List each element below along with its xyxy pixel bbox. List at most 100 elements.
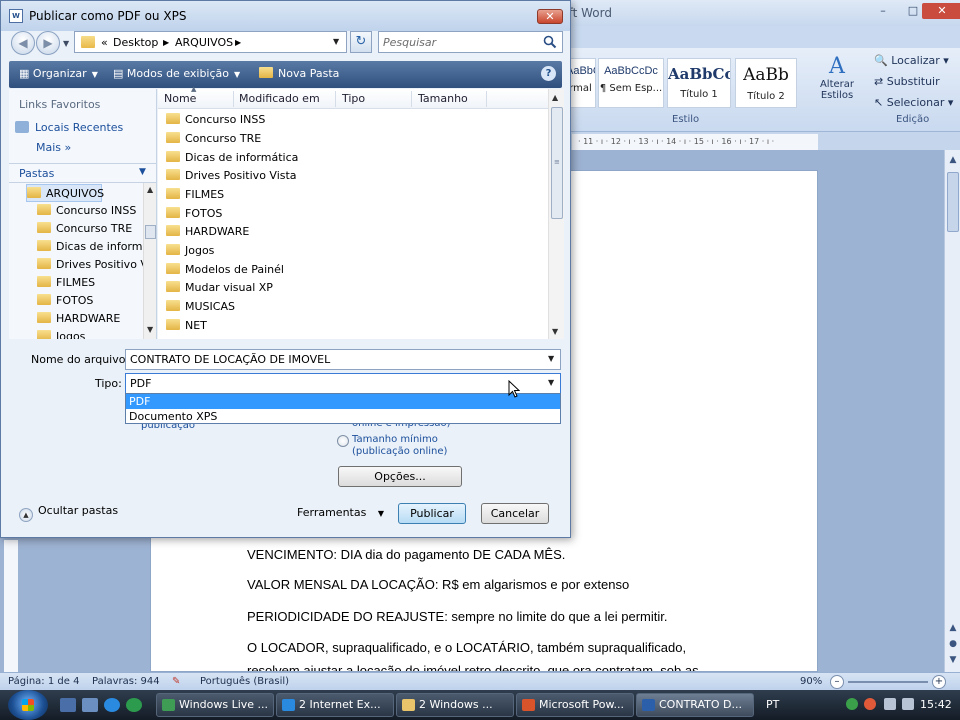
tree-item[interactable]: Concurso INSS bbox=[37, 202, 136, 220]
zoom-level[interactable]: 90% bbox=[800, 676, 822, 687]
scroll-down-icon[interactable]: ▼ bbox=[147, 325, 153, 334]
tray-icon[interactable] bbox=[846, 698, 858, 710]
type-select[interactable]: PDF ▼ bbox=[125, 373, 561, 394]
list-item[interactable]: FILMES bbox=[166, 186, 224, 204]
tree-item[interactable]: ARQUIVOS bbox=[26, 184, 104, 202]
volume-icon[interactable] bbox=[902, 698, 914, 710]
taskbar-button[interactable]: Microsoft Pow... bbox=[516, 693, 634, 717]
page-count[interactable]: Página: 1 de 4 bbox=[8, 676, 79, 687]
zoom-in-icon[interactable]: + bbox=[932, 675, 946, 689]
network-icon[interactable] bbox=[884, 698, 896, 710]
list-item[interactable]: Mudar visual XP bbox=[166, 279, 273, 297]
list-item[interactable]: Jogos bbox=[166, 242, 214, 260]
close-button[interactable]: ✕ bbox=[537, 9, 563, 24]
list-item[interactable]: FOTOS bbox=[166, 205, 222, 223]
column-size[interactable]: Tamanho bbox=[418, 92, 468, 105]
word-count[interactable]: Palavras: 944 bbox=[92, 676, 160, 687]
scroll-thumb[interactable]: ≡ bbox=[551, 107, 563, 219]
list-item[interactable]: Dicas de informática bbox=[166, 149, 298, 167]
column-divider[interactable] bbox=[486, 91, 487, 107]
taskbar-button[interactable]: 2 Windows ... bbox=[396, 693, 514, 717]
address-segment-arquivos[interactable]: ARQUIVOS bbox=[175, 36, 233, 49]
internet-explorer-icon[interactable] bbox=[104, 698, 120, 712]
scroll-up-icon[interactable]: ▲ bbox=[147, 185, 153, 194]
type-option-pdf[interactable]: PDF bbox=[126, 394, 560, 409]
column-modified[interactable]: Modificado em bbox=[239, 92, 320, 105]
taskbar-button[interactable]: CONTRATO D... bbox=[636, 693, 754, 717]
word-maximize-button[interactable]: □ bbox=[902, 3, 924, 19]
document-scrollbar[interactable]: ▲ ▲ ● ▼ bbox=[944, 150, 960, 672]
start-button[interactable] bbox=[8, 690, 48, 720]
help-icon[interactable]: ? bbox=[541, 66, 556, 81]
scroll-up-icon[interactable]: ▲ bbox=[552, 93, 558, 102]
style-gallery-item[interactable]: AaBbCc Título 1 bbox=[667, 58, 731, 108]
previous-page-icon[interactable]: ▲ bbox=[947, 622, 959, 634]
options-button[interactable]: Opções... bbox=[338, 466, 462, 487]
scroll-down-icon[interactable]: ▼ bbox=[552, 327, 558, 336]
publish-button[interactable]: Publicar bbox=[398, 503, 466, 524]
list-item[interactable]: Concurso TRE bbox=[166, 130, 261, 148]
tray-icon[interactable] bbox=[864, 698, 876, 710]
address-segment-desktop[interactable]: Desktop bbox=[113, 36, 158, 49]
type-option-xps[interactable]: Documento XPS bbox=[126, 409, 560, 424]
taskbar-button[interactable]: 2 Internet Ex... bbox=[276, 693, 394, 717]
file-list-scrollbar[interactable]: ▲ ≡ ▼ bbox=[548, 89, 564, 339]
list-item[interactable]: Drives Positivo Vista bbox=[166, 167, 297, 185]
tree-item[interactable]: Concurso TRE bbox=[37, 220, 132, 238]
show-desktop-icon[interactable] bbox=[60, 698, 76, 712]
folders-header[interactable]: Pastas ▼ bbox=[9, 163, 156, 183]
tree-item[interactable]: FOTOS bbox=[37, 292, 93, 310]
tree-item[interactable]: FILMES bbox=[37, 274, 95, 292]
word-close-button[interactable]: ✕ bbox=[922, 3, 960, 19]
scroll-thumb[interactable] bbox=[145, 225, 156, 239]
chevron-down-icon[interactable]: ▼ bbox=[548, 378, 554, 387]
tree-item[interactable]: Dicas de informá bbox=[37, 238, 143, 256]
scroll-up-icon[interactable]: ▲ bbox=[947, 154, 959, 166]
next-page-icon[interactable]: ▼ bbox=[947, 654, 959, 666]
column-divider[interactable] bbox=[411, 91, 412, 107]
column-name[interactable]: Nome bbox=[164, 92, 196, 105]
column-divider[interactable] bbox=[233, 91, 234, 107]
forward-button[interactable]: ▶ bbox=[36, 31, 60, 55]
tree-item[interactable]: Jogos bbox=[37, 328, 85, 339]
hide-folders-button[interactable]: ▲ Ocultar pastas bbox=[19, 504, 118, 522]
search-input[interactable] bbox=[383, 34, 533, 50]
input-language[interactable]: PT bbox=[766, 698, 779, 711]
tools-menu[interactable]: Ferramentas ▼ bbox=[297, 506, 384, 519]
change-styles-button[interactable]: A Alterar Estilos bbox=[812, 54, 862, 101]
language-indicator[interactable]: Português (Brasil) bbox=[200, 676, 289, 687]
address-overflow-chevron[interactable]: « bbox=[101, 36, 108, 49]
cancel-button[interactable]: Cancelar bbox=[481, 503, 549, 524]
switch-windows-icon[interactable] bbox=[82, 698, 98, 712]
folder-tree-scrollbar[interactable]: ▲ ▼ bbox=[143, 183, 156, 339]
replace-button[interactable]: ⇄ Substituir bbox=[874, 75, 940, 88]
refresh-button[interactable]: ↻ bbox=[350, 31, 372, 53]
search-icon[interactable] bbox=[543, 35, 557, 49]
style-gallery-item[interactable]: AaBb Título 2 bbox=[735, 58, 797, 108]
recent-places-link[interactable]: Locais Recentes bbox=[15, 121, 123, 134]
taskbar-button[interactable]: Windows Live ... bbox=[156, 693, 274, 717]
word-minimize-button[interactable]: – bbox=[872, 3, 894, 19]
proofing-icon[interactable]: ✎ bbox=[172, 676, 180, 687]
select-button[interactable]: ↖ Selecionar ▾ bbox=[874, 96, 953, 109]
zoom-out-icon[interactable]: – bbox=[830, 675, 844, 689]
chevron-right-icon[interactable]: ▶ bbox=[163, 38, 169, 47]
list-item[interactable]: Concurso INSS bbox=[166, 111, 265, 129]
column-divider[interactable] bbox=[335, 91, 336, 107]
chevron-down-icon[interactable]: ▼ bbox=[548, 354, 554, 363]
list-item[interactable]: Modelos de Painél bbox=[166, 261, 284, 279]
chevron-right-icon[interactable]: ▶ bbox=[235, 38, 241, 47]
more-links[interactable]: Mais » bbox=[36, 141, 71, 154]
address-dropdown-icon[interactable]: ▼ bbox=[333, 37, 339, 46]
min-size-label[interactable]: Tamanho mínimo (publicação online) bbox=[352, 434, 447, 458]
clock[interactable]: 15:42 bbox=[920, 698, 952, 711]
min-size-radio[interactable] bbox=[337, 435, 349, 447]
find-button[interactable]: 🔍 Localizar ▾ bbox=[874, 54, 949, 67]
new-folder-button[interactable]: Nova Pasta bbox=[259, 67, 339, 80]
column-type[interactable]: Tipo bbox=[342, 92, 365, 105]
zoom-slider[interactable] bbox=[848, 681, 928, 683]
address-bar[interactable]: « Desktop ▶ ARQUIVOS ▶ ▼ bbox=[74, 31, 347, 53]
tree-item[interactable]: HARDWARE bbox=[37, 310, 120, 328]
recent-pages-dropdown[interactable]: ▼ bbox=[63, 39, 69, 48]
organize-menu[interactable]: ▦ Organizar ▼ bbox=[19, 67, 98, 80]
